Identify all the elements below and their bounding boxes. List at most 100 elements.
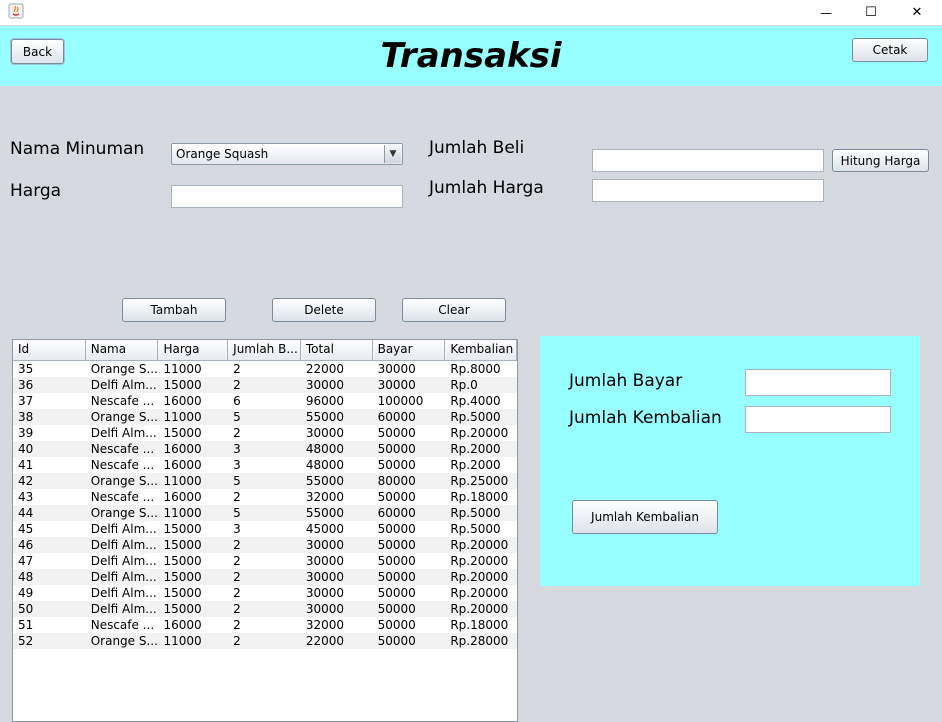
table-row[interactable]: 37 Nescafe ... 16000 6 96000 100000 Rp.4000 [13, 393, 517, 409]
column-header[interactable]: Kembalian [445, 340, 517, 360]
table-cell: 2 [233, 554, 241, 568]
close-button[interactable]: ✕ [894, 0, 940, 25]
table-row[interactable]: 51 Nescafe ... 16000 2 32000 50000 Rp.18000 [13, 617, 517, 633]
table-cell: 43 [18, 490, 34, 504]
transaction-table[interactable]: Id Nama Harga Jumlah B... Total Bayar Kembalia… [12, 339, 518, 722]
table-cell: 50000 [377, 490, 416, 504]
table-cell: 3 [233, 458, 241, 472]
table-row[interactable]: 45 Delfi Alm... 15000 3 45000 50000 Rp.5000 [13, 521, 517, 537]
table-cell: 22000 [305, 362, 345, 376]
table-cell: Delfi Alm... [90, 570, 157, 584]
jumlah-bayar-field[interactable] [745, 369, 891, 396]
table-row[interactable]: 49 Delfi Alm... 15000 2 30000 50000 Rp.20000 [13, 585, 517, 601]
back-button[interactable]: Back [11, 39, 64, 64]
harga-field[interactable] [171, 185, 403, 208]
table-cell: 16000 [163, 618, 202, 632]
table-cell: Delfi Alm... [90, 538, 157, 552]
jumlah-kembalian-button[interactable]: Jumlah Kembalian [572, 500, 718, 534]
table-row[interactable]: 43 Nescafe ... 16000 2 32000 50000 Rp.18000 [13, 489, 517, 505]
table-row[interactable]: 50 Delfi Alm... 15000 2 30000 50000 Rp.20000 [13, 601, 517, 617]
table-cell: 30000 [305, 586, 345, 600]
table-cell: Delfi Alm... [90, 522, 157, 536]
table-row[interactable]: 46 Delfi Alm... 15000 2 30000 50000 Rp.20000 [13, 537, 517, 553]
table-row[interactable]: 40 Nescafe ... 16000 3 48000 50000 Rp.2000 [13, 441, 517, 457]
clear-button[interactable]: Clear [402, 298, 506, 322]
jumlah-beli-field[interactable] [592, 149, 824, 172]
table-cell: 30000 [305, 602, 345, 616]
header-bar: Transaksi [0, 26, 942, 86]
table-cell: 55000 [305, 474, 345, 488]
hitung-harga-button[interactable]: Hitung Harga [832, 149, 929, 172]
delete-button[interactable]: Delete [272, 298, 376, 322]
table-cell: 46 [18, 538, 34, 552]
column-header[interactable]: Bayar [373, 340, 446, 360]
table-cell: 11000 [163, 410, 202, 424]
table-row[interactable]: 44 Orange S... 11000 5 55000 60000 Rp.5000 [13, 505, 517, 521]
chevron-down-icon[interactable]: ▼ [384, 145, 401, 163]
table-cell: 5 [233, 474, 241, 488]
table-row[interactable]: 35 Orange S... 11000 2 22000 30000 Rp.8000 [13, 361, 517, 377]
table-cell: 2 [233, 362, 241, 376]
nama-minuman-label: Nama Minuman [10, 139, 145, 159]
page-title: Transaksi [380, 36, 562, 76]
nama-minuman-select[interactable]: Orange Squash ▼ [171, 143, 403, 165]
table-cell: 30000 [305, 426, 345, 440]
table-cell: Orange S... [90, 474, 158, 488]
table-cell: Rp.20000 [450, 586, 509, 600]
table-cell: Rp.8000 [450, 362, 501, 376]
table-cell: 16000 [163, 442, 202, 456]
table-row[interactable]: 39 Delfi Alm... 15000 2 30000 50000 Rp.20000 [13, 425, 517, 441]
table-cell: Orange S... [90, 410, 158, 424]
table-row[interactable]: 48 Delfi Alm... 15000 2 30000 50000 Rp.20000 [13, 569, 517, 585]
table-cell: 15000 [163, 538, 202, 552]
table-cell: Rp.2000 [450, 442, 501, 456]
maximize-button[interactable]: ☐ [848, 0, 894, 25]
table-row[interactable]: 42 Orange S... 11000 5 55000 80000 Rp.25000 [13, 473, 517, 489]
column-header[interactable]: Jumlah B... [228, 340, 301, 360]
table-cell: 2 [233, 570, 241, 584]
table-cell: 22000 [305, 634, 345, 648]
table-body: 35 Orange S... 11000 2 22000 30000 Rp.8000 36 De… [13, 361, 517, 649]
table-cell: 15000 [163, 586, 202, 600]
table-cell: 30000 [377, 378, 416, 392]
tambah-button[interactable]: Tambah [122, 298, 226, 322]
table-cell: 39 [18, 426, 34, 440]
table-cell: 60000 [377, 410, 416, 424]
minimize-button[interactable]: — [803, 0, 849, 25]
column-header[interactable]: Nama [86, 340, 159, 360]
minimize-icon: — [820, 5, 832, 20]
table-cell: 15000 [163, 378, 202, 392]
table-cell: 2 [233, 426, 241, 440]
cetak-button[interactable]: Cetak [852, 38, 928, 62]
table-cell: Rp.18000 [450, 490, 509, 504]
table-cell: 50 [18, 602, 34, 616]
table-cell: 80000 [377, 474, 416, 488]
table-cell: 100000 [377, 394, 424, 408]
jumlah-kembalian-field[interactable] [745, 406, 891, 433]
table-cell: 60000 [377, 506, 416, 520]
window-titlebar: — ☐ ✕ [0, 0, 942, 25]
table-cell: Rp.25000 [450, 474, 509, 488]
table-row[interactable]: 47 Delfi Alm... 15000 2 30000 50000 Rp.20000 [13, 553, 517, 569]
table-row[interactable]: 36 Delfi Alm... 15000 2 30000 30000 Rp.0 [13, 377, 517, 393]
table-row[interactable]: 52 Orange S... 11000 2 22000 50000 Rp.28000 [13, 633, 517, 649]
table-row[interactable]: 38 Orange S... 11000 5 55000 60000 Rp.5000 [13, 409, 517, 425]
table-cell: Orange S... [90, 362, 158, 376]
java-app-icon [8, 3, 24, 19]
table-cell: 16000 [163, 490, 202, 504]
table-cell: 2 [233, 538, 241, 552]
column-header[interactable]: Harga [158, 340, 229, 360]
table-row[interactable]: 41 Nescafe ... 16000 3 48000 50000 Rp.2000 [13, 457, 517, 473]
table-header: Id Nama Harga Jumlah B... Total Bayar Kembalia… [13, 340, 517, 361]
table-cell: Delfi Alm... [90, 378, 157, 392]
table-cell: 96000 [305, 394, 345, 408]
table-cell: 30000 [305, 570, 345, 584]
column-header[interactable]: Id [13, 340, 86, 360]
jumlah-harga-field[interactable] [592, 179, 824, 202]
table-cell: 47 [18, 554, 34, 568]
table-cell: 38 [18, 410, 34, 424]
table-cell: 45 [18, 522, 34, 536]
table-cell: 42 [18, 474, 34, 488]
table-cell: Rp.5000 [450, 410, 501, 424]
column-header[interactable]: Total [301, 340, 373, 360]
